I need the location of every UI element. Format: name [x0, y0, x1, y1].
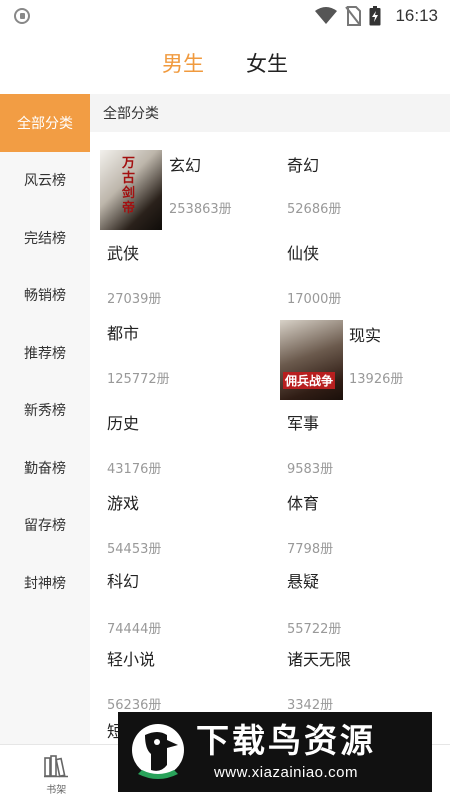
cover-title: 万古剑帝 — [122, 156, 136, 216]
sidebar-item-recommended[interactable]: 推荐榜 — [0, 324, 90, 382]
category-card-lishi[interactable]: 历史 43176册 — [90, 392, 260, 477]
category-card-xianxia[interactable]: 仙侠 17000册 — [270, 222, 440, 307]
category-card-zhutianwuxian[interactable]: 诸天无限 3342册 — [270, 630, 440, 713]
category-card-xuanhuan[interactable]: 万古剑帝 玄幻 253863册 — [90, 132, 260, 230]
category-count: 125772册 — [107, 372, 170, 387]
category-name: 武侠 — [107, 244, 140, 263]
bottom-nav-label: 书架 — [46, 785, 67, 796]
status-bar: 16:13 — [0, 0, 450, 32]
site-watermark: 下载鸟资源 www.xiazainiao.com — [118, 712, 432, 792]
category-card-kehuan[interactable]: 科幻 74444册 — [90, 552, 260, 637]
category-name: 现实 — [349, 326, 382, 345]
tab-male[interactable]: 男生 — [162, 48, 204, 78]
category-name: 都市 — [107, 324, 140, 343]
category-name: 历史 — [107, 414, 140, 433]
book-cover: 佣兵战争 — [280, 320, 343, 400]
category-name: 体育 — [287, 494, 320, 513]
no-sim-icon — [345, 6, 362, 26]
sidebar-item-retention[interactable]: 留存榜 — [0, 497, 90, 555]
category-name: 悬疑 — [287, 572, 320, 591]
bird-logo-icon — [132, 724, 184, 779]
category-card-tiyu[interactable]: 体育 7798册 — [270, 472, 440, 557]
section-title: 全部分类 — [90, 94, 450, 132]
watermark-title: 下载鸟资源 — [196, 721, 376, 760]
category-card-xuanyi[interactable]: 悬疑 55722册 — [270, 552, 440, 637]
sidebar-item-all-categories[interactable]: 全部分类 — [0, 94, 90, 152]
category-name: 游戏 — [107, 494, 140, 513]
category-card-xianshi[interactable]: 佣兵战争 现实 13926册 — [270, 302, 440, 400]
bookshelf-icon — [44, 755, 69, 778]
category-name: 科幻 — [107, 572, 140, 591]
category-count: 13926册 — [349, 372, 404, 387]
bottom-nav-bookshelf[interactable]: 书架 — [0, 745, 113, 800]
sidebar-item-fengyun[interactable]: 风云榜 — [0, 152, 90, 210]
category-name: 诸天无限 — [287, 650, 352, 669]
sidebar-item-newcomer[interactable]: 新秀榜 — [0, 382, 90, 440]
ranking-sidebar: 全部分类 风云榜 完结榜 畅销榜 推荐榜 新秀榜 勤奋榜 留存榜 封神榜 — [0, 94, 90, 744]
sidebar-item-completed[interactable]: 完结榜 — [0, 209, 90, 267]
category-card-youxi[interactable]: 游戏 54453册 — [90, 472, 260, 557]
category-count: 253863册 — [169, 202, 232, 217]
category-name: 轻小说 — [107, 650, 156, 669]
category-count: 52686册 — [287, 202, 342, 217]
category-card-dushi[interactable]: 都市 125772册 — [90, 302, 260, 392]
category-card-qingxiaoshuo[interactable]: 轻小说 56236册 — [90, 630, 260, 713]
watermark-url: www.xiazainiao.com — [213, 764, 359, 781]
category-count: 3342册 — [287, 698, 334, 713]
sidebar-item-fengshen[interactable]: 封神榜 — [0, 554, 90, 612]
category-name: 玄幻 — [169, 156, 202, 175]
shield-icon — [14, 8, 30, 24]
tab-female[interactable]: 女生 — [246, 48, 288, 78]
wifi-icon — [315, 7, 338, 24]
category-name: 奇幻 — [287, 156, 320, 175]
book-cover: 万古剑帝 — [100, 150, 162, 230]
category-name: 仙侠 — [287, 244, 320, 263]
sidebar-item-diligent[interactable]: 勤奋榜 — [0, 439, 90, 497]
gender-tabs: 男生 女生 — [0, 32, 450, 94]
category-card-junshi[interactable]: 军事 9583册 — [270, 392, 440, 477]
category-panel: 全部分类 万古剑帝 玄幻 253863册 奇幻 52686册 武侠 27039册… — [90, 94, 450, 744]
category-card-qihuan[interactable]: 奇幻 52686册 — [270, 132, 440, 222]
battery-charging-icon — [369, 6, 381, 26]
category-name: 军事 — [287, 414, 320, 433]
cover-title: 佣兵战争 — [283, 372, 336, 389]
status-time: 16:13 — [395, 6, 438, 25]
sidebar-item-bestseller[interactable]: 畅销榜 — [0, 267, 90, 325]
category-card-wuxia[interactable]: 武侠 27039册 — [90, 222, 260, 307]
